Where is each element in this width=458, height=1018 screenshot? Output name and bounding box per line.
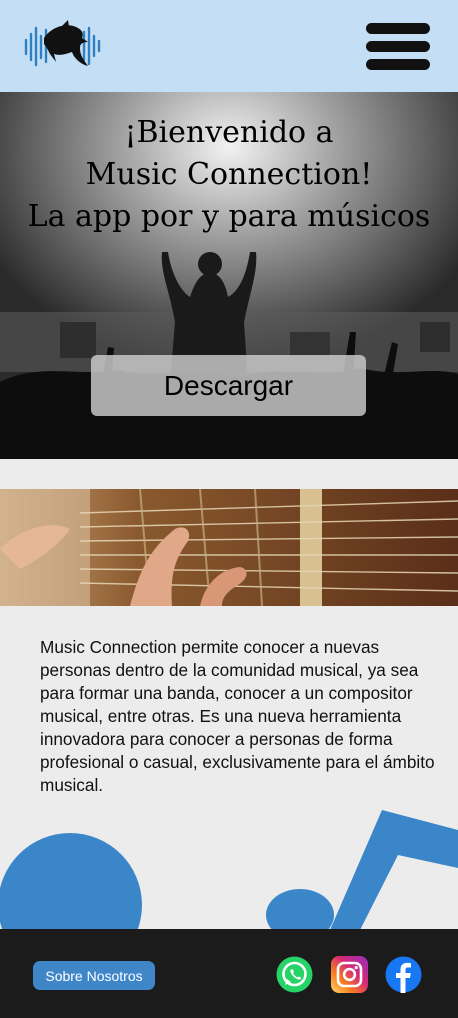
app-description: Music Connection permite conocer a nueva… xyxy=(40,637,435,795)
dolphin-logo-icon[interactable] xyxy=(22,20,104,70)
whatsapp-icon[interactable] xyxy=(276,956,313,993)
hero-banner: ¡Bienvenido a Music Connection! La app p… xyxy=(0,92,458,459)
hero-title-line-3: La app por y para músicos xyxy=(27,199,431,234)
hero-title-line-1: ¡Bienvenido a xyxy=(124,115,334,150)
blue-circle-decoration xyxy=(0,833,142,930)
facebook-icon[interactable] xyxy=(385,956,422,993)
hero-title: ¡Bienvenido a Music Connection! La app p… xyxy=(0,112,458,238)
decorative-shapes xyxy=(0,810,458,930)
music-note-icon xyxy=(266,810,458,930)
header xyxy=(0,0,458,92)
about-us-button[interactable]: Sobre Nosotros xyxy=(33,961,155,990)
guitar-photo xyxy=(0,489,458,606)
hero-title-line-2: Music Connection! xyxy=(85,157,373,192)
guitar-image xyxy=(0,489,458,606)
download-button[interactable]: Descargar xyxy=(91,355,366,416)
footer: Sobre Nosotros xyxy=(0,929,458,1018)
hamburger-menu-icon[interactable] xyxy=(366,23,430,71)
instagram-icon[interactable] xyxy=(331,956,368,993)
